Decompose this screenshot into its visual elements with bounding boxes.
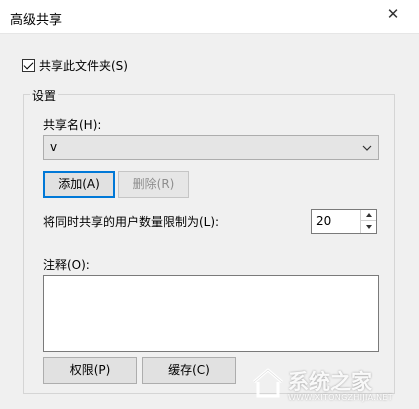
stepper-buttons	[360, 210, 376, 233]
settings-group-title: 设置	[30, 87, 59, 104]
comments-label: 注释(O):	[43, 258, 90, 272]
user-limit-stepper[interactable]: 20	[311, 209, 377, 234]
share-folder-label: 共享此文件夹(S)	[39, 58, 128, 73]
stepper-down-button[interactable]	[361, 221, 376, 232]
stepper-up-button[interactable]	[361, 210, 376, 221]
arrow-down-icon	[365, 224, 372, 229]
share-folder-checkbox[interactable]: 共享此文件夹(S)	[22, 57, 128, 73]
permissions-button[interactable]: 权限(P)	[43, 357, 137, 384]
checkbox-checked-icon[interactable]	[22, 58, 35, 72]
house-logo-icon	[253, 368, 283, 398]
close-icon: ✕	[386, 5, 400, 23]
watermark-url: WWW.XITONGZHIJIA.NET	[288, 393, 393, 402]
share-name-value: v	[50, 140, 58, 154]
arrow-up-icon	[365, 213, 372, 217]
user-limit-label: 将同时共享的用户数量限制为(L):	[43, 215, 220, 229]
title-bar: 高级共享 ✕	[0, 0, 419, 34]
share-name-label: 共享名(H):	[43, 118, 102, 132]
remove-button[interactable]: 删除(R)	[118, 171, 189, 198]
window-title: 高级共享	[10, 13, 63, 28]
close-button[interactable]: ✕	[378, 2, 408, 26]
watermark-text: 系统之家	[288, 370, 372, 394]
user-limit-value: 20	[316, 214, 332, 228]
share-name-dropdown[interactable]: v	[43, 135, 379, 160]
comments-textarea[interactable]	[43, 275, 379, 352]
add-button[interactable]: 添加(A)	[43, 171, 115, 198]
chevron-down-icon	[362, 145, 372, 151]
site-watermark: 系统之家 WWW.XITONGZHIJIA.NET	[246, 362, 416, 406]
caching-button[interactable]: 缓存(C)	[142, 357, 236, 384]
